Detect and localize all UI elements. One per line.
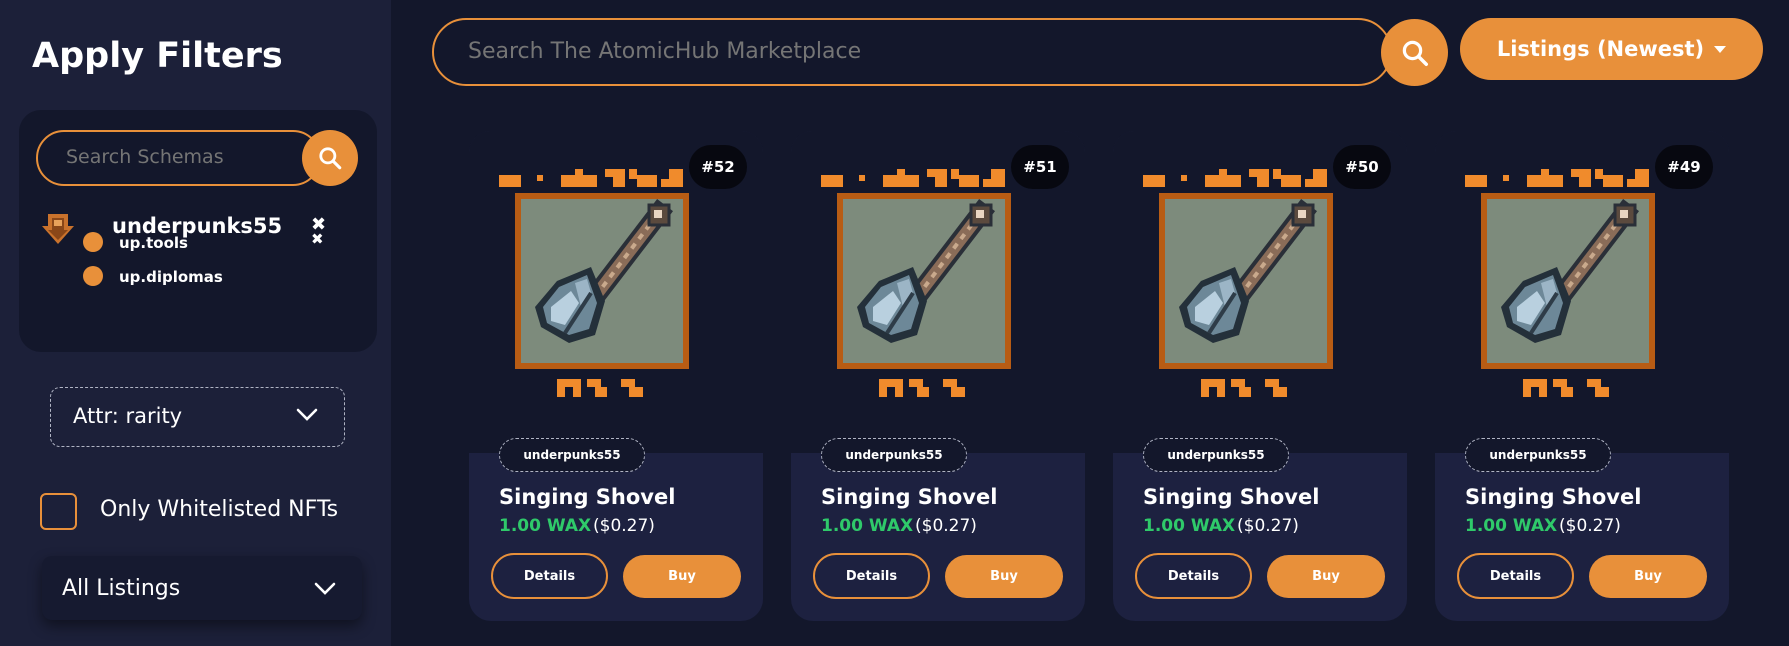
collection-chip[interactable]: underpunks55 bbox=[821, 438, 967, 472]
price-usd: ($0.27) bbox=[1237, 516, 1299, 536]
shovel-artwork-icon bbox=[821, 169, 1011, 397]
schema-search-field[interactable] bbox=[36, 130, 321, 186]
schema-dot-icon bbox=[83, 266, 103, 286]
nft-number-badge: #49 bbox=[1655, 145, 1713, 189]
attribute-select-label: Attr: rarity bbox=[73, 404, 183, 428]
nft-name: Singing Shovel bbox=[499, 485, 676, 509]
nft-number-badge: #50 bbox=[1333, 145, 1391, 189]
marketplace-search-input[interactable] bbox=[468, 39, 1268, 64]
schema-label: up.tools bbox=[119, 234, 188, 252]
price-usd: ($0.27) bbox=[1559, 516, 1621, 536]
buy-button[interactable]: Buy bbox=[623, 555, 741, 598]
card-image-area: #52 bbox=[469, 131, 763, 453]
whitelist-label: Only Whitelisted NFTs bbox=[100, 497, 339, 522]
nft-name: Singing Shovel bbox=[821, 485, 998, 509]
schema-filter-panel: underpunks55 ✖ up.tools ✖ up.diplomas bbox=[19, 110, 377, 352]
details-button[interactable]: Details bbox=[813, 553, 930, 599]
details-button[interactable]: Details bbox=[1135, 553, 1252, 599]
details-button[interactable]: Details bbox=[491, 553, 608, 599]
filter-sidebar: Apply Filters underpunks55 ✖ up.tools ✖ … bbox=[0, 0, 391, 646]
schema-dot-icon bbox=[83, 232, 103, 252]
nft-number-badge: #52 bbox=[689, 145, 747, 189]
caret-down-icon bbox=[1714, 45, 1727, 53]
collection-logo-icon bbox=[42, 214, 74, 244]
sort-label: Listings (Newest) bbox=[1496, 37, 1705, 61]
shovel-artwork-icon bbox=[1143, 169, 1333, 397]
whitelist-checkbox[interactable] bbox=[40, 493, 77, 530]
search-icon bbox=[1402, 40, 1428, 66]
price-wax: 1.00 WAX bbox=[821, 516, 914, 536]
shovel-artwork-icon bbox=[1465, 169, 1655, 397]
nft-card[interactable]: #50 underpunks55 Singing Shovel 1.00 WAX… bbox=[1113, 131, 1407, 621]
chevron-down-icon bbox=[314, 582, 336, 595]
listings-select-label: All Listings bbox=[62, 576, 181, 601]
marketplace-search-field[interactable] bbox=[432, 18, 1392, 86]
nft-name: Singing Shovel bbox=[1143, 485, 1320, 509]
schema-item-up-tools[interactable]: up.tools ✖ bbox=[83, 230, 343, 254]
shovel-artwork-icon bbox=[499, 169, 689, 397]
price-wax: 1.00 WAX bbox=[1465, 516, 1558, 536]
price-wax: 1.00 WAX bbox=[499, 516, 592, 536]
collection-chip[interactable]: underpunks55 bbox=[1143, 438, 1289, 472]
card-image-area: #51 bbox=[791, 131, 1085, 453]
chevron-down-icon bbox=[296, 408, 318, 421]
nft-number-badge: #51 bbox=[1011, 145, 1069, 189]
nft-card[interactable]: #52 underpunks55 Singing Shovel 1.00 WAX… bbox=[469, 131, 763, 621]
schema-item-up-diplomas[interactable]: up.diplomas bbox=[83, 264, 283, 288]
card-image-area: #50 bbox=[1113, 131, 1407, 453]
schema-search-button[interactable] bbox=[302, 130, 358, 186]
price-wax: 1.00 WAX bbox=[1143, 516, 1236, 536]
price-usd: ($0.27) bbox=[915, 516, 977, 536]
collection-chip[interactable]: underpunks55 bbox=[499, 438, 645, 472]
nft-card[interactable]: #51 underpunks55 Singing Shovel 1.00 WAX… bbox=[791, 131, 1085, 621]
sort-dropdown-button[interactable]: Listings (Newest) bbox=[1460, 18, 1763, 80]
schema-label: up.diplomas bbox=[119, 268, 223, 286]
filters-title: Apply Filters bbox=[32, 36, 283, 76]
schema-search-input[interactable] bbox=[66, 146, 266, 168]
price-usd: ($0.27) bbox=[593, 516, 655, 536]
marketplace-search-button[interactable] bbox=[1381, 19, 1448, 86]
collection-chip[interactable]: underpunks55 bbox=[1465, 438, 1611, 472]
remove-schema-icon[interactable]: ✖ bbox=[311, 230, 324, 248]
buy-button[interactable]: Buy bbox=[1589, 555, 1707, 598]
details-button[interactable]: Details bbox=[1457, 553, 1574, 599]
listings-select[interactable]: All Listings bbox=[42, 556, 362, 620]
nft-name: Singing Shovel bbox=[1465, 485, 1642, 509]
attribute-select[interactable]: Attr: rarity bbox=[50, 387, 345, 447]
card-image-area: #49 bbox=[1435, 131, 1729, 453]
buy-button[interactable]: Buy bbox=[1267, 555, 1385, 598]
buy-button[interactable]: Buy bbox=[945, 555, 1063, 598]
search-icon bbox=[319, 147, 342, 170]
nft-card[interactable]: #49 underpunks55 Singing Shovel 1.00 WAX… bbox=[1435, 131, 1729, 621]
